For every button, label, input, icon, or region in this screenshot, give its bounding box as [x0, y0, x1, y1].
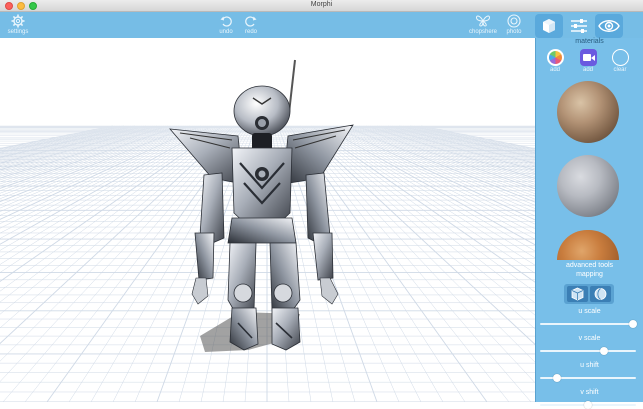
- slider-u-scale[interactable]: [540, 320, 638, 328]
- sliders-icon: [571, 19, 587, 33]
- add-camera-label: add: [582, 67, 593, 73]
- add-photo-button[interactable]: add: [540, 49, 570, 79]
- add-photo-label: add: [549, 67, 560, 73]
- material-swatch-grey[interactable]: [557, 155, 619, 217]
- slider-label-u-scale: u scale: [578, 308, 601, 315]
- cube-icon: [543, 19, 555, 33]
- sphere-mapping-icon: [594, 288, 607, 300]
- redo-label: redo: [244, 29, 257, 35]
- 3d-viewport[interactable]: [0, 38, 535, 402]
- materials-panel: materials add add clear advanced tools m…: [535, 38, 643, 409]
- tab-view[interactable]: [595, 14, 623, 38]
- gear-icon: [3, 13, 33, 29]
- redo-icon: [236, 13, 266, 29]
- mapping-buttons: [564, 284, 614, 304]
- slider-u-shift[interactable]: [540, 374, 636, 382]
- tab-model[interactable]: [535, 14, 563, 38]
- add-camera-button[interactable]: add: [573, 49, 603, 79]
- clear-button[interactable]: clear: [605, 49, 635, 79]
- video-camera-icon: [579, 49, 597, 66]
- slider-label-v-shift: v shift: [580, 389, 599, 396]
- slider-v-scale[interactable]: [540, 347, 636, 355]
- advanced-tools-label: advanced tools mapping: [536, 261, 643, 279]
- material-swatch-orange[interactable]: [557, 230, 619, 260]
- butterfly-icon: [468, 13, 498, 29]
- settings-label: settings: [7, 29, 29, 35]
- photo-label: photo: [506, 29, 522, 35]
- sphere-mapping-button[interactable]: [590, 286, 611, 302]
- eye-icon: [598, 20, 620, 32]
- cube-mapping-button[interactable]: [567, 286, 588, 302]
- cube-mapping-icon: [571, 287, 584, 301]
- clear-circle-icon: [611, 49, 629, 66]
- slider-label-v-scale: v scale: [578, 335, 601, 342]
- chopshere-label: chopshere: [468, 29, 498, 35]
- window-title: Morphi: [310, 1, 333, 8]
- window-titlebar: Morphi: [0, 0, 643, 12]
- advanced-tools-text: advanced tools: [565, 262, 614, 269]
- slider-v-shift[interactable]: [540, 401, 636, 409]
- materials-title: materials: [575, 38, 604, 45]
- photos-icon: [546, 49, 564, 66]
- slider-knob[interactable]: [600, 347, 609, 355]
- slider-label-u-shift: u shift: [580, 362, 599, 369]
- photo-button[interactable]: photo: [499, 13, 529, 37]
- panel-tabs: [535, 14, 641, 38]
- tab-materials[interactable]: [565, 14, 593, 38]
- camera-icon: [499, 13, 529, 29]
- slider-knob[interactable]: [629, 320, 638, 328]
- clear-label: clear: [613, 67, 627, 73]
- settings-button[interactable]: settings: [3, 13, 33, 37]
- slider-knob[interactable]: [553, 374, 562, 382]
- mapping-label: mapping: [576, 271, 603, 278]
- chopshere-button[interactable]: chopshere: [468, 13, 498, 37]
- redo-button[interactable]: redo: [236, 13, 266, 37]
- material-swatch-brown[interactable]: [557, 81, 619, 143]
- slider-knob[interactable]: [584, 401, 592, 409]
